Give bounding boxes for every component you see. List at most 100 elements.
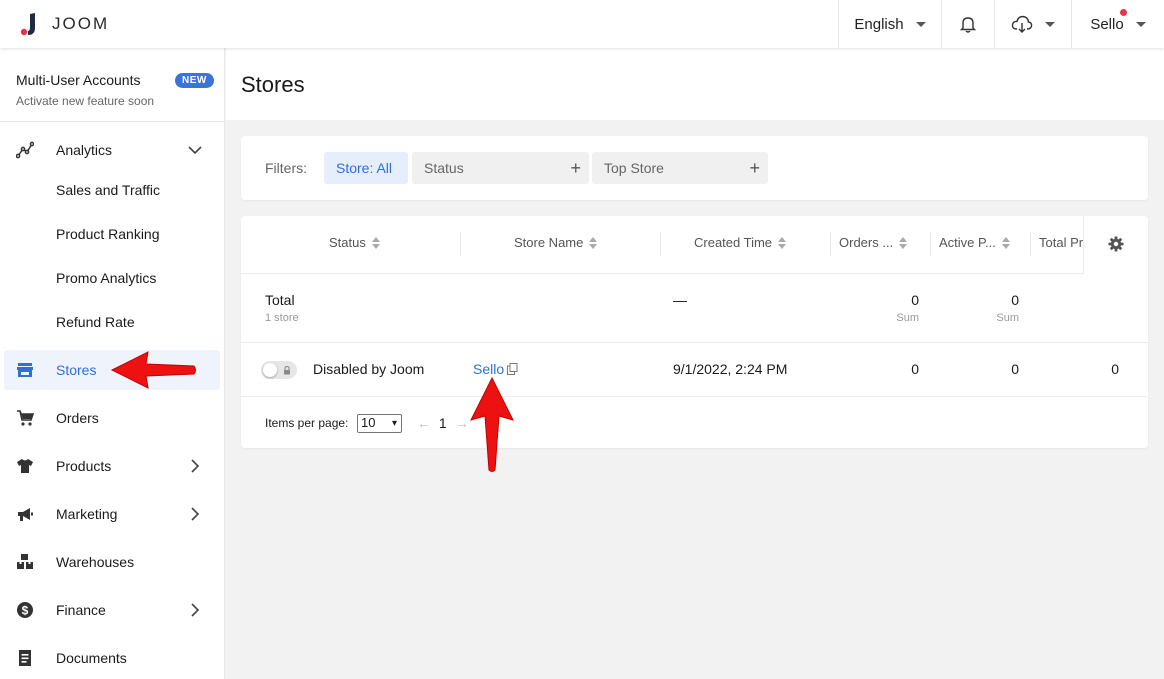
next-page-icon[interactable]: → [455, 415, 469, 431]
notification-dot [1120, 9, 1127, 16]
filter-chip-label: Store: All [336, 160, 393, 176]
pagination: ← 1 → [417, 415, 469, 431]
sort-icon [1001, 236, 1010, 249]
sidebar-item-finance[interactable]: $ Finance [4, 590, 220, 630]
toggle-knob [263, 363, 277, 377]
language-selector[interactable]: English [838, 0, 941, 48]
stores-table: Status Store Name Created Time Orders ..… [241, 216, 1148, 448]
current-page[interactable]: 1 [439, 415, 447, 431]
cloud-download-icon [1011, 15, 1033, 33]
gear-icon [1108, 236, 1124, 252]
total-created: — [673, 292, 687, 308]
joom-logo-icon [20, 13, 35, 36]
boxes-icon [17, 554, 33, 569]
column-label: Store Name [514, 235, 584, 250]
store-created-time: 9/1/2022, 2:24 PM [673, 361, 788, 377]
column-label: Created Time [694, 235, 773, 250]
multi-user-promo[interactable]: Multi-User Accounts Activate new feature… [0, 48, 224, 122]
sidebar-item-label: Products [56, 458, 112, 474]
items-per-page-label: Items per page: [265, 416, 349, 430]
store-active-products: 0 [1011, 361, 1019, 377]
filter-chip-label: Status [424, 160, 464, 176]
items-per-page-select[interactable]: 10 ▾ [357, 414, 402, 433]
joom-logo[interactable]: JOOM [20, 12, 109, 36]
sidebar-subitem-product-ranking[interactable]: Product Ranking [56, 226, 160, 242]
sidebar-item-marketing[interactable]: Marketing [4, 494, 220, 534]
filter-chip-store[interactable]: Store: All [324, 152, 408, 184]
total-orders: 0 [911, 292, 919, 308]
plus-icon: + [570, 158, 581, 178]
promo-subtitle: Activate new feature soon [16, 94, 155, 108]
chevron-down-icon [1135, 21, 1146, 27]
column-header-store-name[interactable]: Store Name [514, 235, 598, 250]
column-divider[interactable] [1030, 232, 1031, 256]
dollar-icon: $ [17, 602, 33, 618]
sort-icon [371, 236, 380, 249]
sidebar-item-label: Analytics [56, 142, 113, 158]
svg-text:$: $ [22, 604, 29, 618]
sidebar-item-documents[interactable]: Documents [4, 638, 220, 678]
chevron-right-icon [191, 459, 200, 473]
table-settings-button[interactable] [1083, 216, 1148, 274]
new-badge: NEW [175, 73, 214, 88]
plus-icon: + [749, 158, 760, 178]
column-divider[interactable] [460, 232, 461, 256]
column-divider[interactable] [930, 232, 931, 256]
column-label: Total Pr [1039, 235, 1084, 250]
column-header-created-time[interactable]: Created Time [694, 235, 787, 250]
sidebar-item-label: Warehouses [56, 554, 135, 570]
store-name-link[interactable]: Sello [473, 361, 504, 377]
store-status-toggle[interactable] [261, 361, 297, 379]
notifications-button[interactable] [941, 0, 994, 48]
total-label: Total [265, 292, 295, 308]
chevron-down-icon [915, 21, 926, 27]
sidebar-subitem-promo-analytics[interactable]: Promo Analytics [56, 270, 156, 286]
table-row: Disabled by Joom Sello 9/1/2022, 2:24 PM… [241, 343, 1148, 397]
sidebar-item-label: Finance [56, 602, 106, 618]
sidebar-subitem-refund-rate[interactable]: Refund Rate [56, 314, 135, 330]
document-icon [19, 650, 31, 666]
filter-chip-status[interactable]: Status + [412, 152, 589, 184]
top-bar: JOOM English Sello [0, 0, 1164, 48]
column-label: Orders ... [839, 235, 894, 250]
sort-icon [778, 236, 787, 249]
store-total-products: 0 [1111, 361, 1119, 377]
total-store-count: 1 store [265, 312, 299, 324]
column-header-active-products[interactable]: Active P... [939, 235, 1010, 250]
megaphone-icon [18, 508, 33, 521]
sidebar-item-label: Marketing [56, 506, 118, 522]
sidebar-subitem-sales-traffic[interactable]: Sales and Traffic [56, 182, 160, 198]
sidebar-item-stores[interactable]: Stores [4, 350, 220, 390]
sort-icon [899, 236, 908, 249]
sidebar-item-products[interactable]: Products [4, 446, 220, 486]
sidebar-item-label: Orders [56, 410, 99, 426]
column-header-status[interactable]: Status [329, 235, 380, 250]
logo-text: JOOM [52, 14, 110, 33]
chevron-down-icon [1045, 21, 1055, 27]
chevron-up-icon [188, 146, 202, 155]
column-divider[interactable] [660, 232, 661, 256]
column-header-total-products[interactable]: Total Pr [1039, 235, 1083, 250]
filter-chip-top-store[interactable]: Top Store + [592, 152, 768, 184]
filter-chip-label: Top Store [604, 160, 664, 176]
total-orders-sum: Sum [896, 312, 919, 324]
cart-icon [17, 410, 34, 426]
sidebar-item-label: Stores [56, 362, 97, 378]
store-icon [17, 363, 33, 377]
download-menu[interactable] [994, 0, 1071, 48]
sidebar-item-warehouses[interactable]: Warehouses [4, 542, 220, 582]
column-divider[interactable] [830, 232, 831, 256]
language-label: English [854, 15, 904, 33]
copy-icon[interactable] [507, 363, 518, 375]
user-name: Sello [1090, 15, 1124, 33]
bell-icon [959, 17, 977, 33]
total-active-sum: Sum [996, 312, 1019, 324]
sidebar-item-orders[interactable]: Orders [4, 398, 220, 438]
items-per-page-value: 10 [361, 415, 376, 430]
page-header: Stores [226, 48, 1164, 120]
column-header-orders[interactable]: Orders ... [839, 235, 908, 250]
sidebar: Multi-User Accounts Activate new feature… [0, 48, 225, 679]
sidebar-item-analytics[interactable]: Analytics [4, 130, 220, 170]
prev-page-icon[interactable]: ← [417, 415, 431, 431]
user-menu[interactable]: Sello [1071, 0, 1164, 48]
